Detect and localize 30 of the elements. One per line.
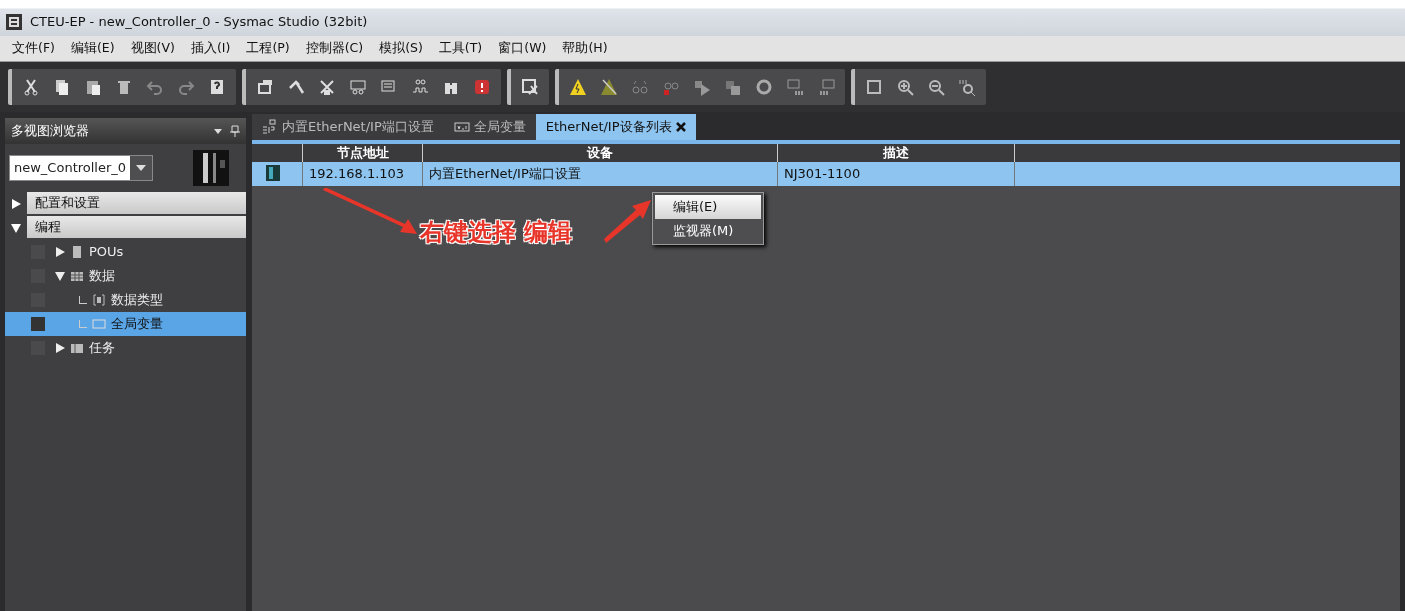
menu-item[interactable]: 文件(F) <box>4 37 63 60</box>
tree-item[interactable]: POUs <box>5 240 246 264</box>
menu-item[interactable]: 模拟(S) <box>371 37 431 60</box>
menu-item[interactable]: 工具(T) <box>430 37 491 60</box>
window-title: CTEU-EP - new_Controller_0 - Sysmac Studio (32bit) <box>30 13 368 32</box>
table-row[interactable]: 192.168.1.103 内置EtherNet/IP端口设置 NJ301-1100 <box>252 162 1400 186</box>
editor-tab[interactable]: 内置EtherNet/IP端口设置 <box>252 114 444 140</box>
annotation-text: 右键选择 编辑 <box>420 217 573 248</box>
table-cell: NJ301-1100 <box>777 162 1014 186</box>
tree-item[interactable]: 数据 <box>5 264 246 288</box>
menu-item[interactable]: 帮助(H) <box>554 37 616 60</box>
editor-tab[interactable]: 全局变量 <box>443 114 536 140</box>
table-cell: 内置EtherNet/IP端口设置 <box>422 162 777 186</box>
menu-item[interactable]: 编辑(E) <box>655 195 761 219</box>
menu-item[interactable]: 编辑(E) <box>62 37 123 60</box>
menu-item[interactable]: 窗口(W) <box>490 37 555 60</box>
menu-item[interactable]: 视图(V) <box>122 37 183 60</box>
tree-item[interactable]: 数据类型 <box>5 288 246 312</box>
tree-item[interactable]: 全局变量 <box>5 312 246 336</box>
menu-item[interactable]: 插入(I) <box>182 37 239 60</box>
menu-item[interactable]: 监视器(M) <box>655 218 761 242</box>
menu-item[interactable]: 控制器(C) <box>297 37 372 60</box>
section-header[interactable]: 配置和设置 <box>27 192 246 214</box>
controller-dropdown[interactable]: new_Controller_0 <box>9 155 154 181</box>
tree-item[interactable]: 任务 <box>5 336 246 360</box>
editor-tab[interactable]: EtherNet/IP设备列表 <box>535 114 696 140</box>
panel-title: 多视图浏览器 <box>11 122 89 141</box>
section-header[interactable]: 编程 <box>27 216 246 238</box>
table-cell: 192.168.1.103 <box>302 162 422 186</box>
menu-item[interactable]: 工程(P) <box>238 37 298 60</box>
